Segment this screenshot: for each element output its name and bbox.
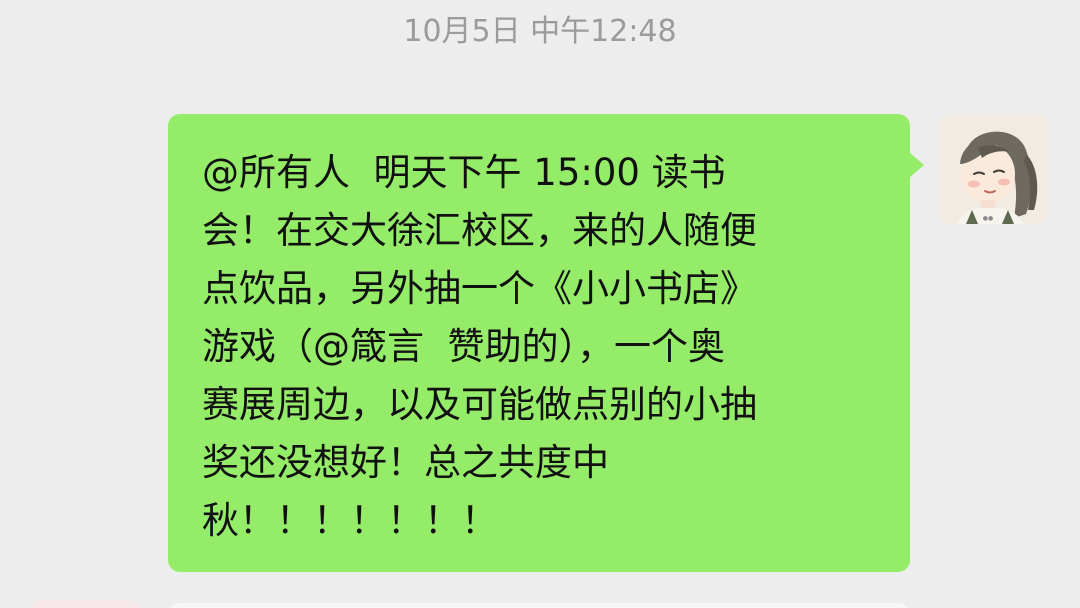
message-line: 秋！！！！！！！ [202,499,498,542]
message-row: @所有人 明天下午 15:00 读书 会！在交大徐汇校区，来的人随便 点饮品，另… [168,114,1048,574]
message-text: @所有人 明天下午 15:00 读书 会！在交大徐汇校区，来的人随便 点饮品，另… [202,144,878,550]
message-line: 赛展周边，以及可能做点别的小抽 [202,383,757,426]
girl-illustration-avatar-icon: ●● [938,114,1048,224]
message-line: 点饮品，另外抽一个《小小书店》 [202,267,757,310]
next-message-avatar-peek [30,600,140,608]
message-line: @所有人 明天下午 15:00 读书 [202,151,726,194]
message-timestamp: 10月5日 中午12:48 [403,14,677,49]
chat-screen: 10月5日 中午12:48 @所有人 明天下午 15:00 读书 会！在交大徐汇… [0,0,1080,608]
message-line: 游戏（@箴言 赞助的），一个奥 [202,325,726,368]
message-line: 奖还没想好！总之共度中 [202,441,609,484]
sender-avatar[interactable]: ●● [938,114,1048,224]
bubble-tail [909,152,924,178]
message-line: 会！在交大徐汇校区，来的人随便 [202,209,757,252]
message-bubble[interactable]: @所有人 明天下午 15:00 读书 会！在交大徐汇校区，来的人随便 点饮品，另… [168,114,924,572]
next-message-bubble-peek [168,603,910,608]
svg-text:●●: ●● [983,215,993,222]
